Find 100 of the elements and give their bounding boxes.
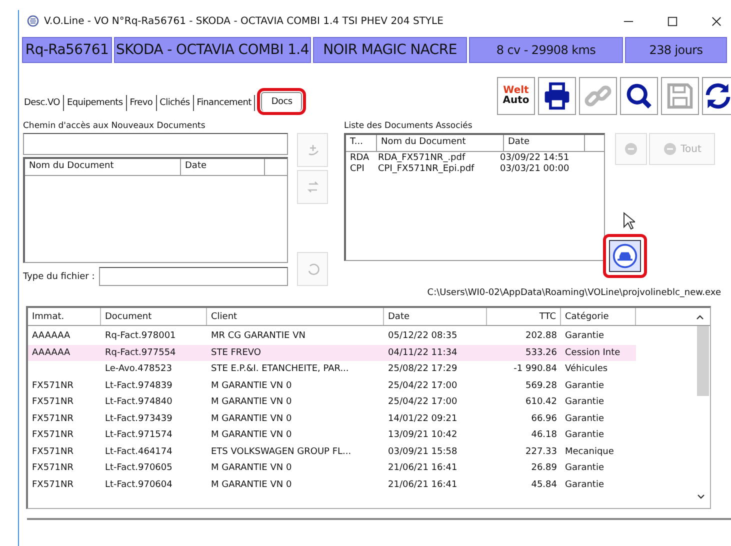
- column-header[interactable]: Catégorie: [561, 308, 636, 325]
- maximize-icon[interactable]: [667, 16, 678, 26]
- header-field: 238 jours: [625, 37, 727, 63]
- tab[interactable]: Frevo: [126, 95, 157, 111]
- table-cell-text: FX571NR: [31, 446, 75, 459]
- table-cell-text: Rq-Fact.977554: [104, 346, 177, 360]
- table-cell-text: 04/11/22 11:34: [387, 346, 458, 360]
- section-label: Liste des Documents Associés: [344, 121, 474, 133]
- table-cell-text: M GARANTIE VN 0: [210, 429, 293, 442]
- table-cell-text: Rq-Fact.978001: [104, 330, 177, 344]
- column-header[interactable]: Date: [504, 135, 585, 151]
- file-path: C:\Users\WI0-02\AppData\Roaming\VOLine\projvolineblc_new.exe: [426, 288, 722, 300]
- table-cell-text: Cession Inte: [564, 346, 622, 360]
- table-cell-text: 46.18: [530, 429, 558, 442]
- table-cell-text: 25/04/22 17:00: [387, 380, 458, 393]
- list-cell-text: RDA: [349, 153, 370, 163]
- scrollbar-thumb[interactable]: [697, 326, 709, 396]
- table-cell-text: Lt-Fact.974839: [104, 380, 174, 393]
- table-cell-text: M GARANTIE VN 0: [210, 412, 293, 426]
- app-icon: [27, 15, 39, 27]
- table-cell-text: STE FREVO: [210, 346, 262, 360]
- table-cell-text: FX571NR: [31, 429, 75, 442]
- table-cell-text: 610.42: [524, 396, 558, 410]
- table-cell-text: Garantie: [564, 429, 605, 442]
- column-header[interactable]: T...: [346, 135, 377, 151]
- table-cell-text: FX571NR: [31, 412, 75, 426]
- table-cell-text: 533.26: [524, 346, 558, 360]
- printer-icon[interactable]: [542, 81, 572, 111]
- table-cell-text: FX571NR: [31, 380, 75, 393]
- tab[interactable]: Equipements: [64, 95, 127, 111]
- table-cell-text: 25/04/22 17:00: [387, 396, 458, 410]
- table-cell-text: 05/12/22 08:35: [387, 330, 458, 344]
- swap-arrows-icon: [306, 180, 320, 194]
- tab[interactable]: Financement: [194, 95, 256, 111]
- table-cell-text: Le-Avo.478523: [104, 363, 173, 376]
- table-cell-text: M GARANTIE VN 0: [210, 380, 293, 393]
- minus-circle-icon: [624, 142, 638, 156]
- table-cell-text: 03/09/21 15:58: [387, 446, 458, 459]
- tab[interactable]: Desc.VO: [21, 95, 64, 111]
- section-label: Chemin d'accès aux Nouveaux Documents: [23, 121, 206, 133]
- mouse-cursor-icon: [623, 212, 635, 230]
- table-cell-text: Garantie: [564, 478, 605, 492]
- table-cell-text: 14/01/22 09:21: [387, 412, 458, 426]
- table-cell-text: FX571NR: [31, 462, 75, 476]
- table-cell-text: Lt-Fact.464174: [104, 446, 174, 459]
- table-cell-text: AAAAAA: [31, 346, 72, 360]
- column-header[interactable]: Nom du Document: [377, 135, 504, 151]
- selected-row[interactable]: AAAAAA Rq-Fact.977554 STE FREVO 04/11/22 11:34 533.26 Cession Inte: [28, 344, 636, 361]
- table-cell-text: Lt-Fact.974840: [104, 396, 174, 410]
- table-cell-text: Garantie: [564, 380, 605, 393]
- table-cell-text: Garantie: [564, 412, 605, 426]
- path-input-field[interactable]: [23, 133, 288, 155]
- column-header[interactable]: Date: [181, 159, 265, 175]
- table-cell-text: Véhicules: [564, 362, 609, 376]
- table-cell-text: 202.88: [524, 330, 558, 344]
- table-cell-text: 26.89: [530, 462, 558, 476]
- table-cell-text: Lt-Fact.973439: [104, 412, 174, 426]
- list-cell-text: 03/03/21 00:00: [499, 164, 570, 174]
- table-cell-text: 21/06/21 16:41: [387, 462, 458, 476]
- brand-logo-button[interactable]: Welt Auto: [497, 77, 535, 115]
- table-cell-text: -1 990.84: [512, 363, 558, 376]
- table-cell-text: 25/08/22 17:29: [387, 363, 458, 376]
- list-cell-text: RDA_FX571NR_.pdf: [377, 153, 466, 163]
- list-cell-text: CPI: [349, 164, 366, 174]
- document-list[interactable]: T... Nom du Document Date RDA RDA_FX571NR_.pdf 03/09/22 14:51 CPI CPI_FX571NR_Epi.pdf 03/03/21 00:00: [344, 133, 605, 261]
- table-cell-text: Mecanique: [564, 446, 615, 459]
- table-cell-text: Garantie: [564, 462, 605, 476]
- table-cell-text: 21/06/21 16:41: [387, 478, 458, 492]
- table-cell-text: ETS VOLKSWAGEN GROUP FL...: [210, 446, 352, 459]
- column-header[interactable]: Immat.: [28, 308, 101, 325]
- header-field: SKODA - OCTAVIA COMBI 1.4: [114, 37, 311, 63]
- field-label: Type du fichier :: [23, 272, 95, 282]
- column-header[interactable]: Nom du Document: [25, 159, 181, 175]
- header-field: 8 cv - 29908 kms: [469, 37, 623, 63]
- table-cell-text: 227.33: [524, 446, 558, 459]
- document-list[interactable]: Nom du Document Date: [23, 157, 288, 263]
- table-cell-text: STE E.P.&I. ETANCHEITE, PAR...: [210, 363, 350, 376]
- table-cell-text: 66.96: [530, 412, 558, 426]
- table-cell-text: Garantie: [564, 396, 605, 410]
- table-cell-text: M GARANTIE VN 0: [210, 478, 293, 492]
- table-cell-text: Lt-Fact.971574: [104, 429, 174, 442]
- column-header[interactable]: Document: [101, 308, 207, 325]
- table-cell-text: FX571NR: [31, 478, 75, 492]
- refresh-icon[interactable]: [703, 81, 731, 111]
- table-cell-text: M GARANTIE VN 0: [210, 462, 293, 476]
- table-cell-text: Lt-Fact.970604: [104, 478, 174, 492]
- column-header[interactable]: Date: [384, 308, 487, 325]
- tab[interactable]: Clichés: [156, 95, 194, 111]
- list-cell-text: 03/09/22 14:51: [499, 153, 570, 163]
- table-cell-text: 569.28: [524, 380, 558, 393]
- search-icon[interactable]: [624, 81, 654, 111]
- file-type-field[interactable]: [98, 267, 288, 286]
- table-cell-text: Lt-Fact.970605: [104, 462, 174, 476]
- minus-circle-icon: [662, 142, 677, 156]
- car-icon[interactable]: [612, 243, 638, 269]
- column-header[interactable]: TTC: [487, 308, 561, 325]
- window-title: V.O.Line - VO N°Rq-Ra56761 - SKODA - OCTAVIA COMBI 1.4 TSI PHEV 204 STYLE: [44, 16, 444, 26]
- column-header[interactable]: Client: [207, 308, 384, 325]
- close-icon[interactable]: [711, 16, 722, 26]
- table-cell-text: MR CG GARANTIE VN: [210, 330, 306, 344]
